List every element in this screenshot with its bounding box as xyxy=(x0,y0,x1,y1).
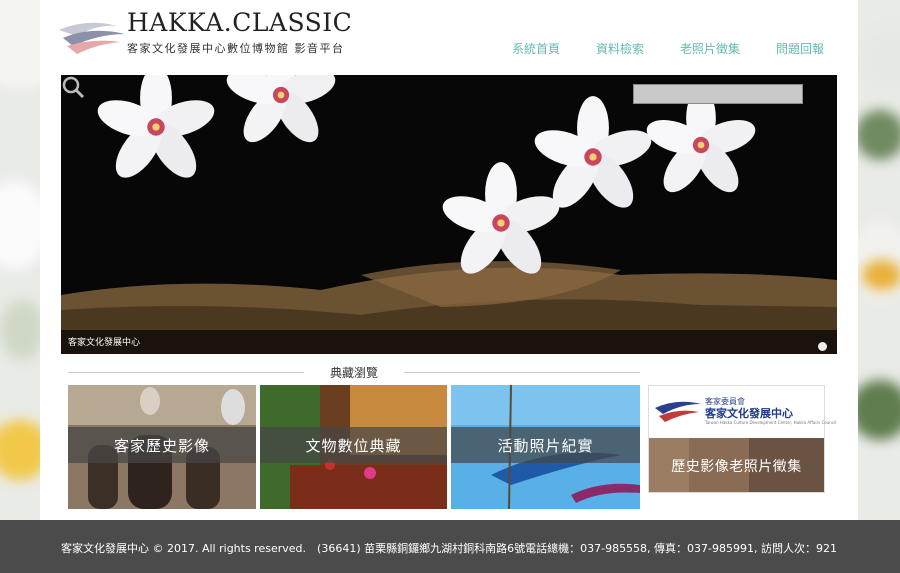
nav-home[interactable]: 系統首頁 xyxy=(512,40,560,57)
collection-heading: 典藏瀏覽 xyxy=(68,364,640,380)
hero-slider[interactable]: 客家文化發展中心 xyxy=(61,75,837,354)
side-banner[interactable]: 客家委員會 客家文化發展中心 Taiwan Hakka Culture Deve… xyxy=(648,385,836,493)
tile-event-photos[interactable]: 活動照片紀實 xyxy=(451,385,640,509)
org-logo: 客家委員會 客家文化發展中心 Taiwan Hakka Culture Deve… xyxy=(649,386,836,438)
hero-caption: 客家文化發展中心 xyxy=(68,338,141,348)
old-photo-banner-label: 歷史影像老照片徵集 xyxy=(671,459,802,475)
hero-image xyxy=(61,75,837,354)
tile-label: 文物數位典藏 xyxy=(260,427,447,463)
org-logo-icon xyxy=(655,401,701,422)
site-title: HAKKA.CLASSIC xyxy=(127,8,353,37)
nav-search[interactable]: 資料檢索 xyxy=(596,40,644,57)
site-logo[interactable]: HAKKA.CLASSIC 客家文化發展中心數位博物館 影音平台 xyxy=(57,8,367,60)
tile-history-images[interactable]: 客家歷史影像 xyxy=(68,385,256,509)
tile-cultural-relics[interactable]: 文物數位典藏 xyxy=(260,385,447,509)
slider-dot[interactable] xyxy=(818,342,827,351)
site-subtitle: 客家文化發展中心數位博物館 影音平台 xyxy=(127,42,345,55)
search-icon[interactable] xyxy=(61,75,85,99)
tile-label: 活動照片紀實 xyxy=(451,427,640,463)
hero-caption-bar xyxy=(61,330,837,354)
footer-address: (36641) 苗栗縣銅鑼鄉九湖村銅科南路6號電話總機：037-985558, … xyxy=(317,542,837,555)
main-nav: 系統首頁 資料檢索 老照片徵集 問題回報 xyxy=(512,40,824,57)
footer-copyright: 客家文化發展中心 © 2017. All rights reserved. xyxy=(61,542,307,555)
footer: 客家文化發展中心 © 2017. All rights reserved. (3… xyxy=(0,520,900,573)
org-name-english: Taiwan Hakka Culture Development Center,… xyxy=(705,420,837,425)
old-photo-banner[interactable]: 歷史影像老照片徵集 xyxy=(649,438,824,492)
nav-report[interactable]: 問題回報 xyxy=(776,40,824,57)
logo-mark-icon xyxy=(59,22,125,54)
search-input[interactable] xyxy=(633,84,803,104)
tile-label: 客家歷史影像 xyxy=(68,427,256,463)
nav-old-photos[interactable]: 老照片徵集 xyxy=(680,40,740,57)
heading-divider-right xyxy=(404,372,640,373)
org-name-line2: 客家文化發展中心 xyxy=(705,407,793,420)
